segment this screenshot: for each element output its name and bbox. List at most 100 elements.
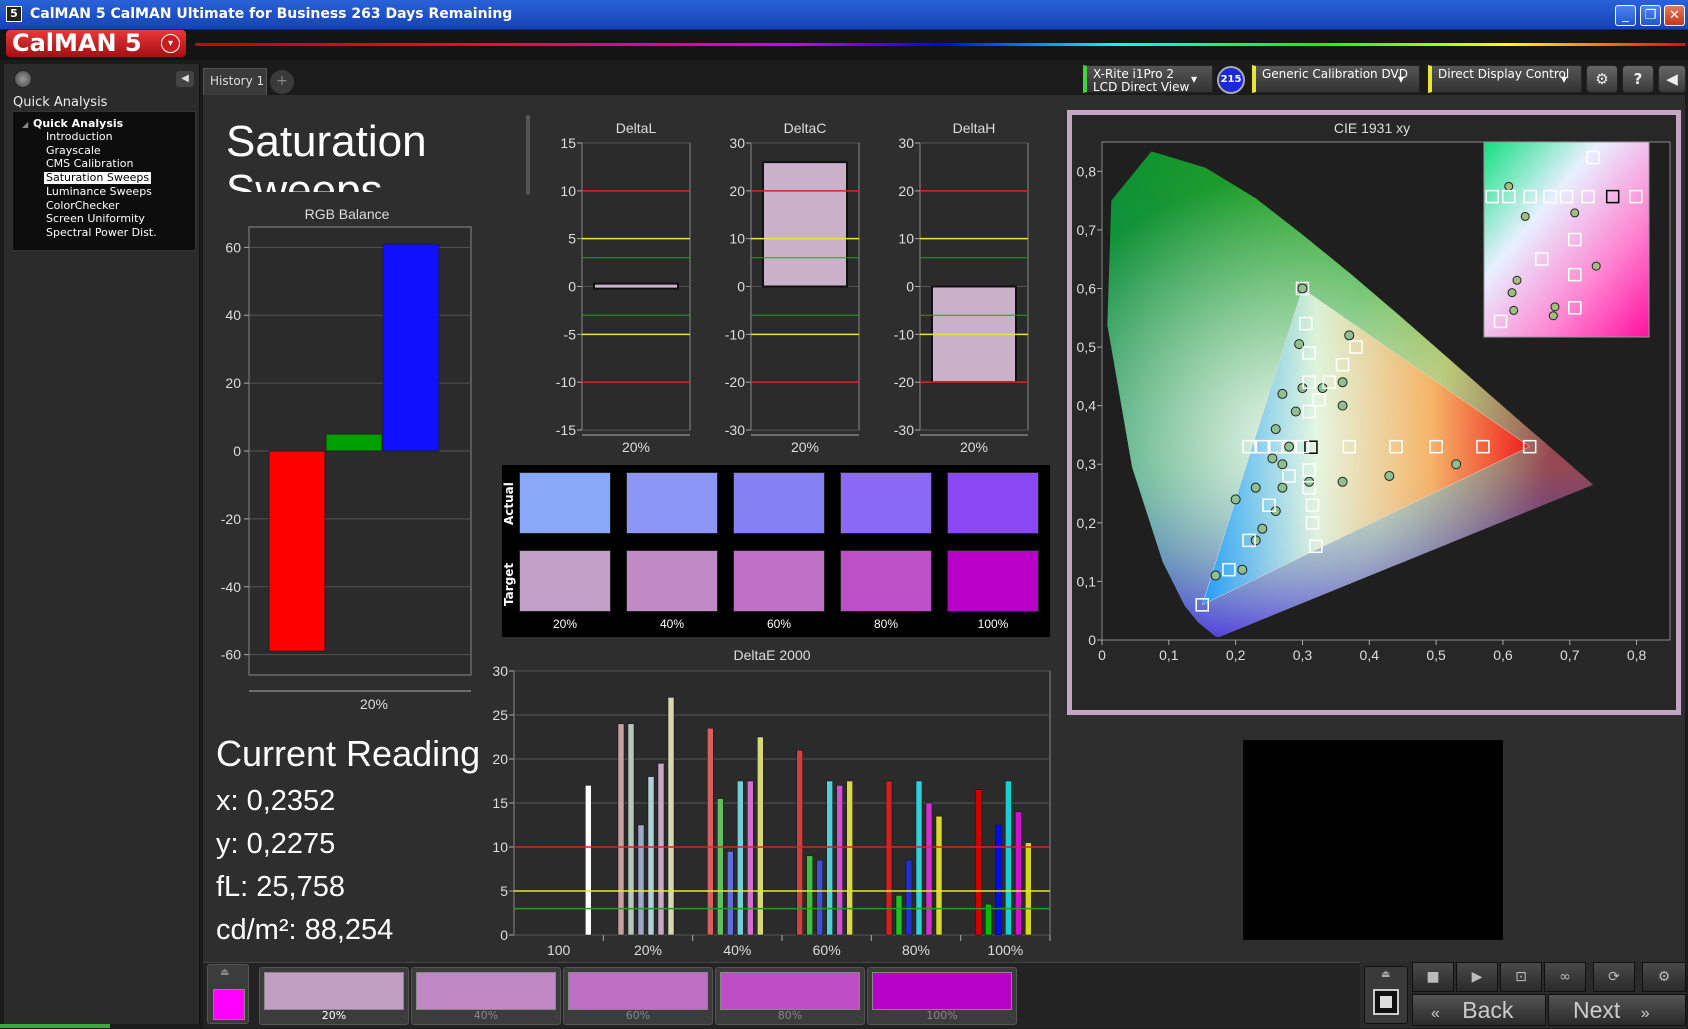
deltae-bar xyxy=(737,780,744,936)
rgb-balance-chart: RGB Balance 60 40 20 0 -20 -40 -60 20% xyxy=(221,206,472,712)
scroll-handle[interactable] xyxy=(526,115,530,195)
restore-button[interactable]: ❐ xyxy=(1640,5,1661,26)
y-tick-label: 40 xyxy=(225,307,241,323)
swatch-label: 100% xyxy=(926,1009,958,1022)
back-button[interactable]: « Back xyxy=(1412,994,1546,1026)
stop-icon[interactable]: ■ xyxy=(1412,962,1454,992)
actual-patch xyxy=(626,472,718,534)
stop-measure-button[interactable]: ⏏ xyxy=(1364,966,1408,1024)
tree-expand-icon[interactable]: ◢ xyxy=(22,120,28,129)
current-patch[interactable]: ⏏ xyxy=(207,964,249,1024)
actual-label: Actual xyxy=(502,482,516,526)
tab-history-1[interactable]: History 1 xyxy=(203,68,267,95)
measured-point xyxy=(1210,570,1221,581)
deltae-bar xyxy=(757,736,764,936)
sidebar-item[interactable]: Introduction xyxy=(46,131,113,143)
window-title: CalMAN 5 CalMAN Ultimate for Business 26… xyxy=(30,6,513,22)
y-tick-label: -60 xyxy=(221,647,241,663)
calman-logo-menu[interactable]: CalMAN 5 ▾ xyxy=(6,30,186,57)
eject-icon: ⏏ xyxy=(1381,969,1391,980)
deltae-bar xyxy=(717,798,724,936)
display-selector[interactable]: Direct Display Control xyxy=(1428,65,1582,93)
actual-patch xyxy=(519,472,611,534)
sidebar-item[interactable]: Spectral Power Dist. xyxy=(46,226,157,239)
sidebar-item[interactable]: Saturation Sweeps xyxy=(44,172,152,185)
measured-point xyxy=(1337,400,1348,411)
close-button[interactable]: ✕ xyxy=(1664,5,1685,26)
inset-point xyxy=(1507,288,1517,298)
x-tick-label: 80% xyxy=(902,942,930,958)
y-tick-label: 15 xyxy=(560,135,576,151)
measured-point xyxy=(1290,406,1301,417)
x-tick-label: 20% xyxy=(791,439,819,455)
y-tick-label: 20 xyxy=(729,183,745,199)
sidebar-item[interactable]: Luminance Sweeps xyxy=(46,185,152,198)
deltae-bar xyxy=(905,859,913,936)
deltae-bar xyxy=(846,780,853,936)
sidebar-item[interactable]: CMS Calibration xyxy=(46,158,134,170)
read-series-icon[interactable]: ⊡ xyxy=(1500,962,1542,992)
tree-root[interactable]: Quick Analysis xyxy=(33,117,123,130)
page-title: Saturation xyxy=(226,117,427,166)
source-selector[interactable]: Generic Calibration DVD xyxy=(1252,65,1420,93)
sidebar-item[interactable]: Screen Uniformity xyxy=(46,213,145,225)
deltae-bar xyxy=(617,723,625,936)
collapse-right-button[interactable]: ◀ xyxy=(1658,65,1686,93)
status-strip xyxy=(0,1024,110,1028)
y-tick-label: -10 xyxy=(894,326,914,342)
y-tick-label: -20 xyxy=(725,374,745,390)
measured-point xyxy=(1230,494,1241,505)
deltae-bar xyxy=(816,859,823,936)
patch-swatch[interactable]: 100% xyxy=(867,967,1017,1025)
patch-label: 20% xyxy=(552,617,578,631)
deltae-bar xyxy=(637,824,645,936)
deltae-bar xyxy=(1025,842,1032,936)
continuous-icon[interactable]: ∞ xyxy=(1544,962,1586,992)
delta-bar xyxy=(762,161,848,288)
next-label: Next xyxy=(1573,997,1621,1023)
y-tick-label: 10 xyxy=(729,231,745,247)
chart-title: CIE 1931 xy xyxy=(1334,120,1410,136)
deltae-bar xyxy=(796,749,803,936)
panel-pin-icon[interactable] xyxy=(14,70,32,88)
patch-swatch[interactable]: 60% xyxy=(563,967,713,1025)
target-patch xyxy=(947,550,1039,612)
meter-badge[interactable]: 215 xyxy=(1217,66,1245,94)
x-tick-label: 100 xyxy=(547,942,571,958)
swatch-color xyxy=(872,972,1012,1010)
next-button[interactable]: Next » xyxy=(1548,994,1686,1026)
deltae-bar xyxy=(836,785,843,936)
pattern-preview xyxy=(1243,740,1503,940)
y-tick-label: 0,6 xyxy=(1077,280,1097,296)
add-tab-button[interactable]: + xyxy=(270,70,294,94)
target-patch xyxy=(519,550,611,612)
settings-icon[interactable]: ⚙ xyxy=(1642,962,1686,992)
x-tick-label: 0,2 xyxy=(1226,647,1246,663)
y-tick-label: 5 xyxy=(568,231,576,247)
patch-swatch[interactable]: 40% xyxy=(411,967,561,1025)
refresh-icon[interactable]: ⟳ xyxy=(1593,962,1635,992)
patch-label: 40% xyxy=(659,617,685,631)
sidebar-item[interactable]: Grayscale xyxy=(46,144,101,157)
y-tick-label: 0 xyxy=(906,279,914,295)
collapse-panel-icon[interactable]: ◀ xyxy=(176,71,194,87)
y-tick-label: -20 xyxy=(221,511,241,527)
y-tick-label: -20 xyxy=(894,374,914,390)
play-icon[interactable]: ▶ xyxy=(1456,962,1498,992)
patch-swatch[interactable]: 20% xyxy=(259,967,409,1025)
inset-point xyxy=(1504,181,1514,191)
gear-icon[interactable]: ⚙ xyxy=(1586,65,1618,93)
y-tick-label: 0,7 xyxy=(1077,222,1097,238)
reading-heading: Current Reading xyxy=(216,733,481,774)
minimize-button[interactable]: _ xyxy=(1615,5,1636,26)
patch-swatch[interactable]: 80% xyxy=(715,967,865,1025)
help-button[interactable]: ? xyxy=(1622,65,1654,93)
delta-charts: DeltaL 15 10 5 0 -5 -10 -15 20% DeltaC 30 20 10 0 -10 -… xyxy=(556,120,1029,455)
measured-point xyxy=(1337,476,1348,487)
deltae-bar xyxy=(647,776,655,936)
chevron-down-icon: ▾ xyxy=(1561,72,1568,86)
sidebar-item[interactable]: ColorChecker xyxy=(46,199,119,212)
meter-mode: LCD Direct View xyxy=(1093,80,1190,93)
zoom-inset xyxy=(1483,141,1650,338)
deltae-2000-chart: DeltaE 2000 30 25 20 15 10 5 0 100 20% 40% 60% 80% 1… xyxy=(492,647,1051,958)
